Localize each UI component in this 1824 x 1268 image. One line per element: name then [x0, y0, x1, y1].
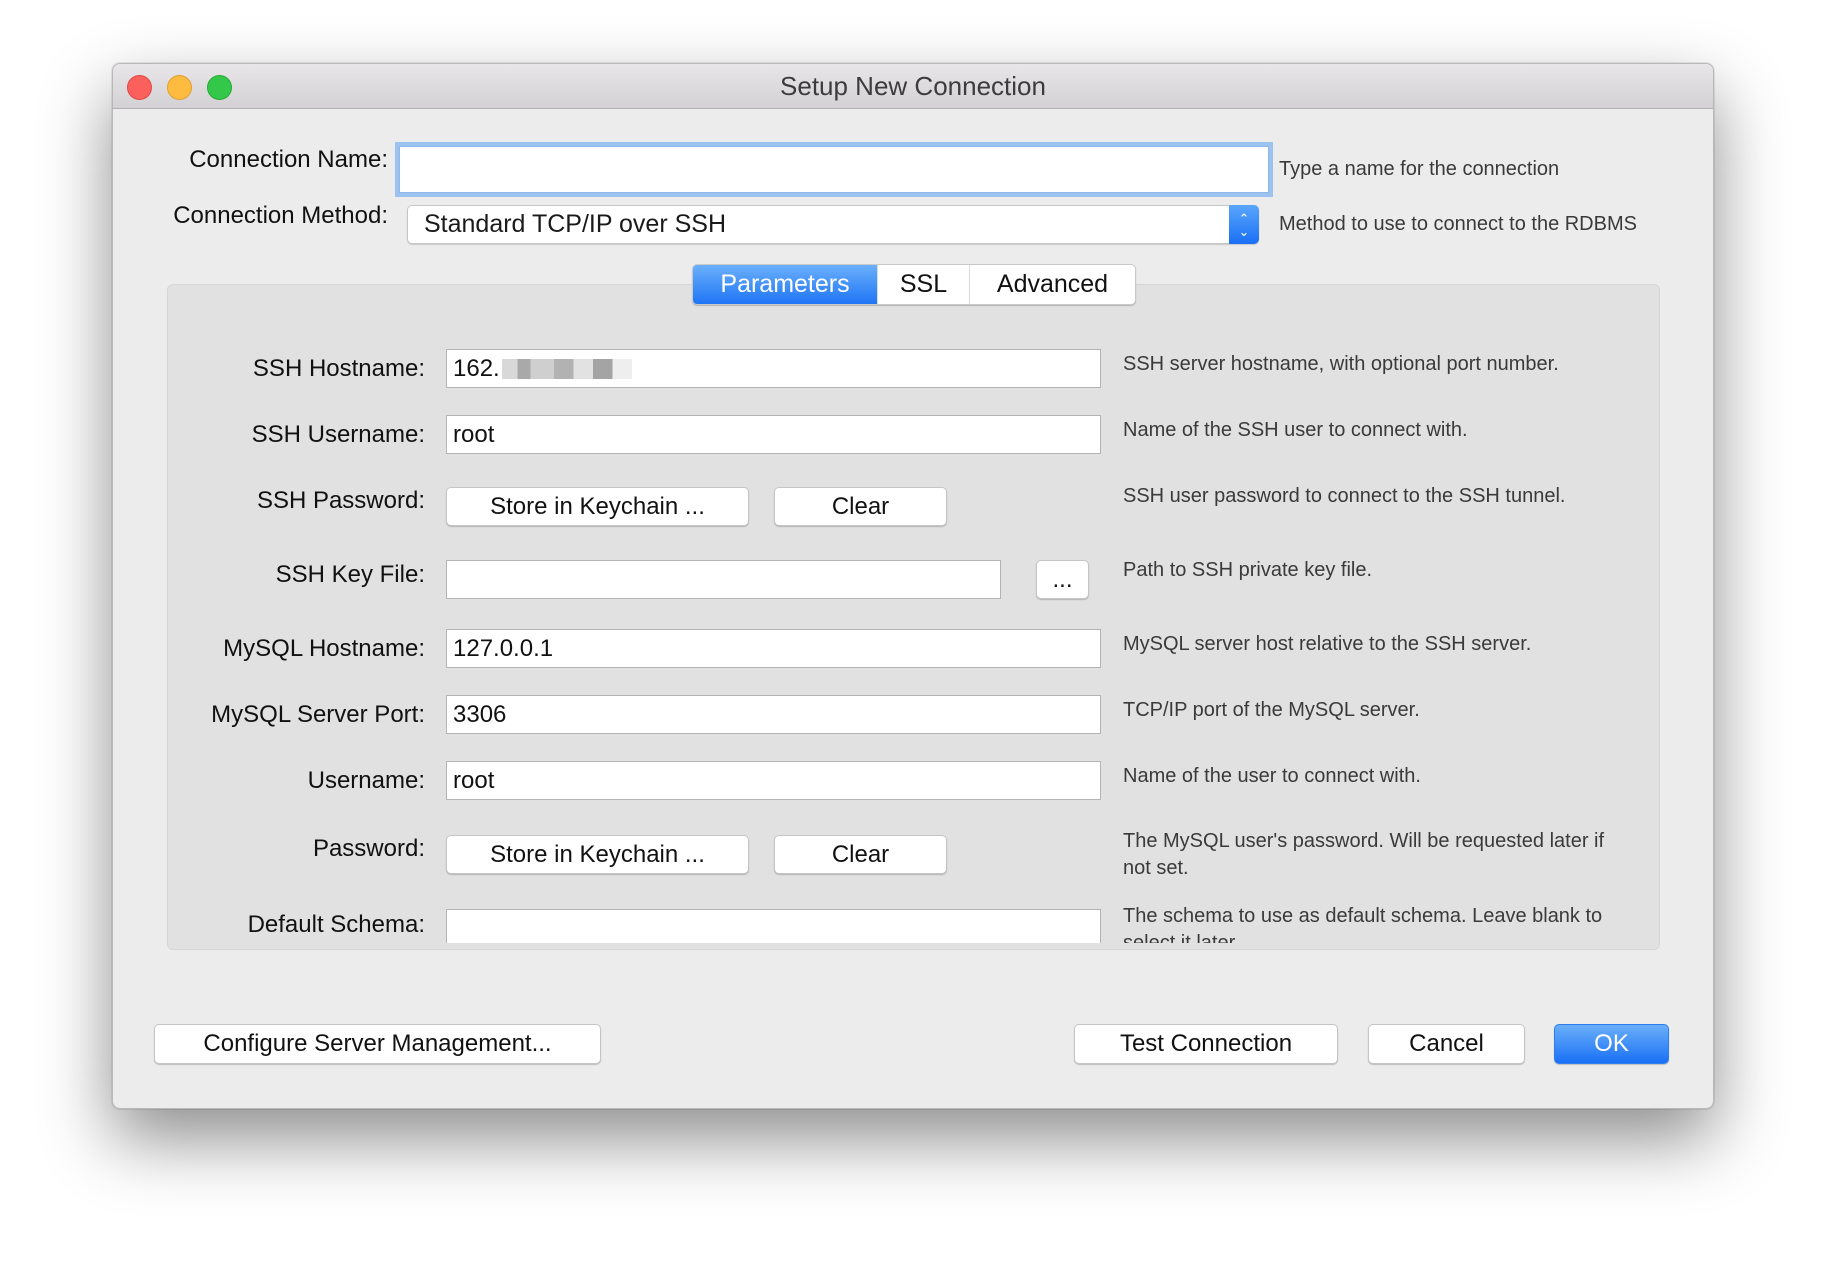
password-label: Password: — [312, 835, 425, 862]
default-schema-help: The schema to use as default schema. Lea… — [1123, 905, 1603, 943]
ssh-username-help: Name of the SSH user to connect with. — [1123, 419, 1468, 441]
ssh-hostname-input[interactable]: 162. — [446, 349, 1101, 388]
browse-key-file-button[interactable]: ... — [1036, 560, 1089, 599]
ssh-store-keychain-button[interactable]: Store in Keychain ... — [446, 487, 749, 526]
ssh-password-help: SSH user password to connect to the SSH … — [1123, 485, 1566, 507]
test-connection-button[interactable]: Test Connection — [1074, 1024, 1338, 1064]
connection-method-label: Connection Method: — [173, 202, 388, 229]
ssh-key-file-help: Path to SSH private key file. — [1123, 559, 1373, 581]
username-help: Name of the user to connect with. — [1123, 765, 1421, 787]
connection-method-select[interactable]: Standard TCP/IP over SSH ⌃ ⌄ — [407, 205, 1259, 244]
mysql-port-label: MySQL Server Port: — [211, 701, 425, 728]
default-schema-label: Default Schema: — [247, 911, 425, 938]
store-keychain-button[interactable]: Store in Keychain ... — [446, 835, 749, 874]
connection-method-help: Method to use to connect to the RDBMS — [1279, 213, 1637, 235]
ssh-hostname-help: SSH server hostname, with optional port … — [1123, 353, 1559, 375]
tab-bar: Parameters SSL Advanced — [692, 264, 1136, 305]
mysql-hostname-help: MySQL server host relative to the SSH se… — [1123, 633, 1532, 655]
title-bar[interactable]: Setup New Connection — [113, 64, 1713, 109]
window-title: Setup New Connection — [780, 71, 1046, 101]
tab-advanced[interactable]: Advanced — [970, 265, 1135, 304]
ok-button[interactable]: OK — [1554, 1024, 1669, 1064]
ssh-hostname-label: SSH Hostname: — [252, 355, 425, 382]
mysql-hostname-input[interactable]: 127.0.0.1 — [446, 629, 1101, 668]
ssh-username-input[interactable]: root — [446, 415, 1101, 454]
ssh-key-file-label: SSH Key File: — [275, 561, 425, 588]
ssh-clear-password-button[interactable]: Clear — [774, 487, 947, 526]
cancel-button[interactable]: Cancel — [1368, 1024, 1525, 1064]
connection-name-help: Type a name for the connection — [1279, 158, 1560, 180]
ssh-username-label: SSH Username: — [251, 421, 425, 448]
ssh-key-file-input[interactable] — [446, 560, 1001, 599]
mysql-port-input[interactable]: 3306 — [446, 695, 1101, 734]
mysql-hostname-label: MySQL Hostname: — [223, 635, 425, 662]
clear-password-button[interactable]: Clear — [774, 835, 947, 874]
default-schema-input[interactable] — [446, 909, 1101, 943]
setup-connection-window: Setup New Connection Connection Name: Ty… — [112, 63, 1714, 1109]
chevron-up-icon: ⌃ — [1238, 210, 1250, 226]
connection-name-input[interactable] — [399, 146, 1269, 193]
parameters-panel: SSH Hostname: 162. SSH server hostname, … — [167, 284, 1660, 950]
chevron-down-icon: ⌄ — [1238, 223, 1250, 239]
tab-ssl[interactable]: SSL — [878, 265, 970, 304]
tab-parameters[interactable]: Parameters — [693, 265, 878, 304]
ssh-password-label: SSH Password: — [256, 487, 425, 514]
username-label: Username: — [307, 767, 425, 794]
select-stepper-icon[interactable]: ⌃ ⌄ — [1229, 205, 1259, 244]
connection-method-value: Standard TCP/IP over SSH — [424, 210, 727, 238]
password-help: The MySQL user's password. Will be reque… — [1123, 830, 1605, 879]
username-input[interactable]: root — [446, 761, 1101, 800]
configure-server-management-button[interactable]: Configure Server Management... — [154, 1024, 601, 1064]
redacted-hostname — [501, 358, 632, 379]
connection-name-label: Connection Name: — [189, 146, 388, 173]
ssh-hostname-value: 162. — [453, 354, 500, 382]
mysql-port-help: TCP/IP port of the MySQL server. — [1123, 699, 1420, 721]
